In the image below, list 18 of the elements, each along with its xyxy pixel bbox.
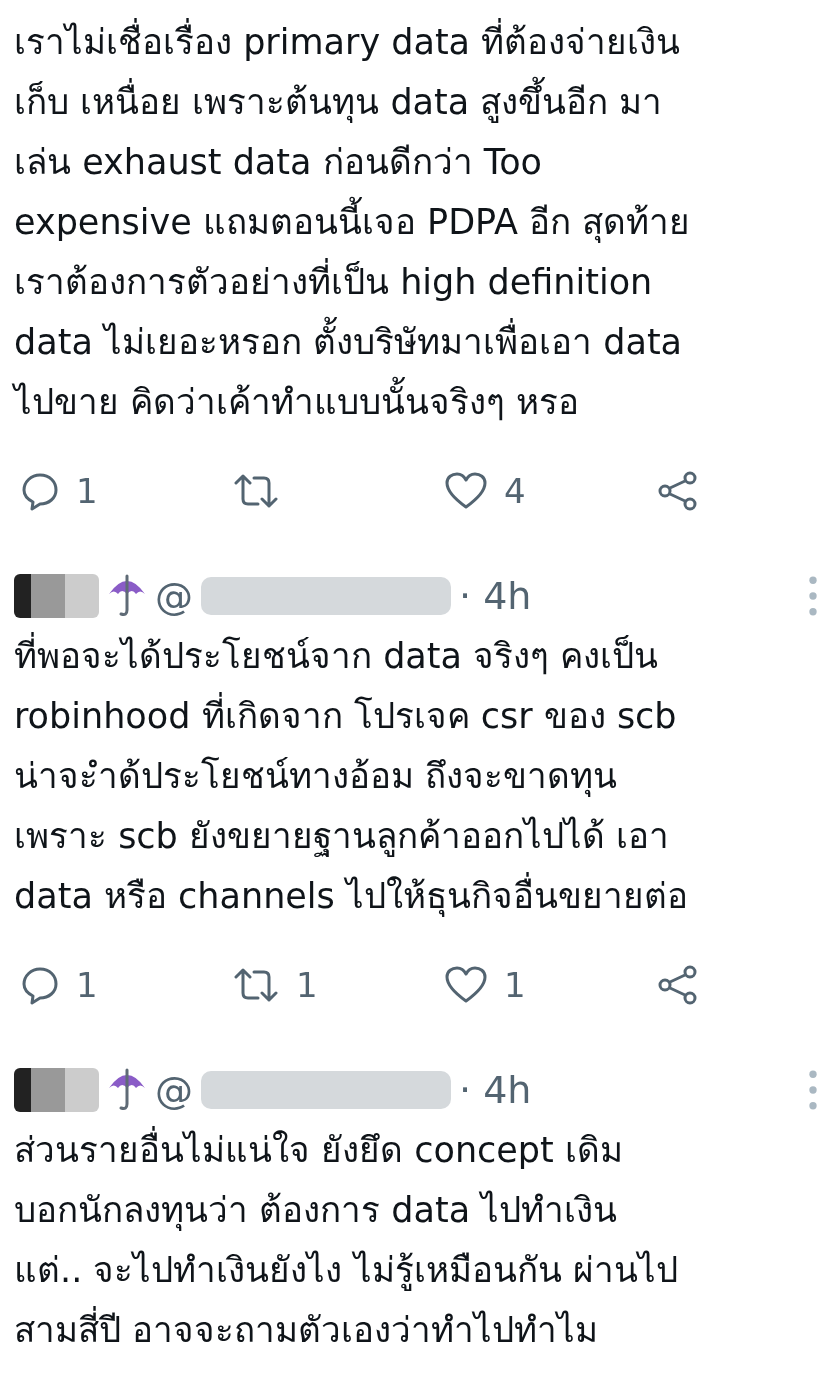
umbrella-icon [107, 574, 147, 618]
retweet-count: 1 [296, 965, 318, 1005]
umbrella-icon [107, 1068, 147, 1112]
like-count: 1 [504, 965, 526, 1005]
tweet-text: ที่พอจะได้ประโยชน์จาก data จริงๆ คงเป็น robinhood ที่เกิดจาก โปรเจค csr ของ scb น่าจะำด้ประโยชน์ทางอ้อม ถึงจะขาดทุน เพราะ scb ยังขยายฐานลูกค้าออกไปได้ เอา data หรือ channels ไปให้ธุนกิจอื่นขยายต่อ [14, 626, 825, 926]
reply-icon[interactable] [20, 471, 60, 511]
timestamp: · 4h [459, 1068, 532, 1112]
reply-count: 1 [76, 965, 98, 1005]
heart-icon[interactable] [444, 965, 488, 1005]
handle-at-sign: @ [155, 574, 193, 618]
handle-at-sign: @ [155, 1068, 193, 1112]
tweet-text: เราไม่เชื่อเรื่อง primary data ที่ต้องจ่ายเงิน เก็บ เหนื่อย เพราะต้นทุน data สูงขึ้นอีก มา เล่น exhaust data ก่อนดีกว่า Too expensive แถมตอนนี้เจอ PDPA อีก สุดท้าย เราต้องการตัวอย่างที่เป็น high definition data ไม่เยอะหรอก ตั้งบริษัทมาเพื่อเอา data ไปขาย คิดว่าเค้าทำแบบนั้นจริงๆ หรอ [14, 12, 825, 432]
timestamp: · 4h [459, 574, 532, 618]
reply-icon[interactable] [20, 965, 60, 1005]
reply-count: 1 [76, 471, 98, 511]
like-count: 4 [504, 471, 526, 511]
heart-icon[interactable] [444, 471, 488, 511]
tweet-text: ส่วนรายอื่นไม่แน่ใจ ยังยึด concept เดิม บอกนักลงทุนว่า ต้องการ data ไปทำเงิน แต่.. จะไปทำเงินยังไง ไม่รู้เหมือนกัน ผ่านไป สามสี่ปี อาจจะถามตัวเองว่าทำไปทำไม [14, 1120, 825, 1360]
